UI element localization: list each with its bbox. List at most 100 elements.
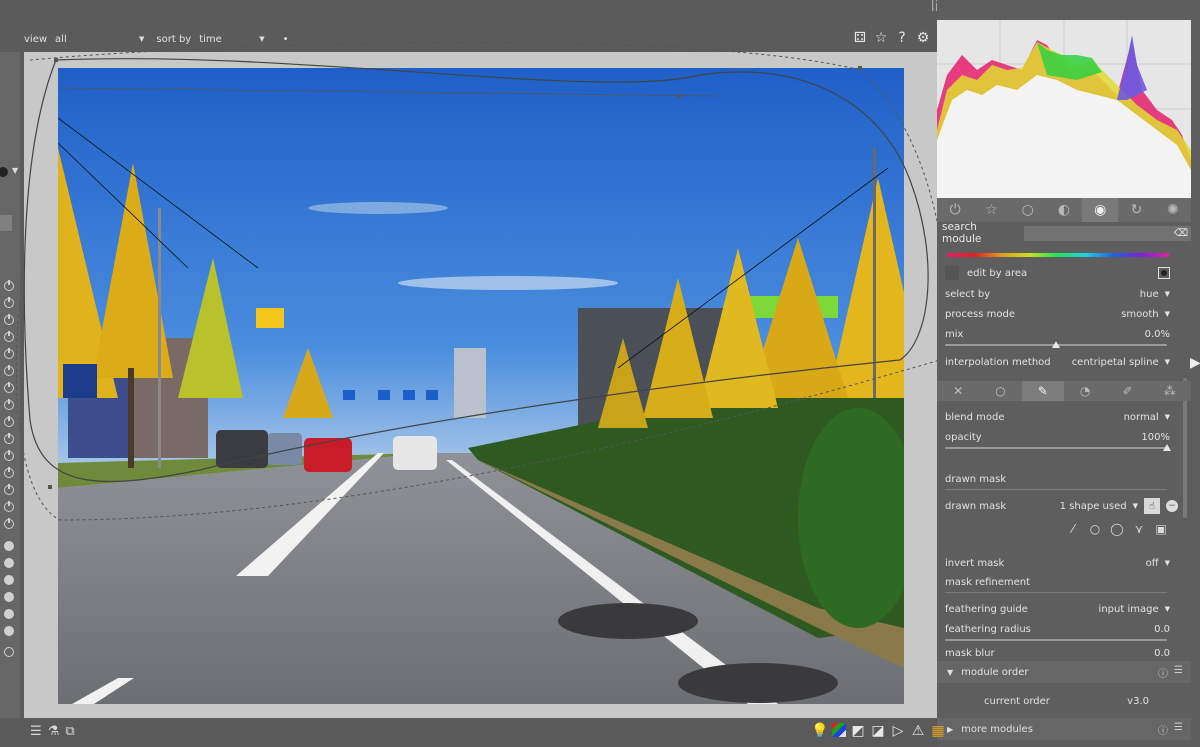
half-circle-icon[interactable]: ◐ [1046, 198, 1082, 222]
softproof-icon[interactable]: ▷ [890, 723, 906, 739]
feathering-radius-slider[interactable] [945, 639, 1167, 641]
histogram[interactable] [937, 20, 1191, 198]
drawn-parametric-icon[interactable]: ✐ [1106, 381, 1148, 401]
process-mode-label: process mode [945, 308, 1015, 320]
search-module-label: search module [942, 221, 982, 245]
blend-mode-value[interactable]: normal [1124, 412, 1159, 423]
interpolation-value[interactable]: centripetal spline [1072, 357, 1159, 368]
brush-icon[interactable]: ⁄ [1065, 522, 1081, 536]
module-order-section[interactable]: ▼ module order ⓘ ☰ [937, 661, 1191, 683]
show-mask-icon[interactable]: ☝ [1144, 498, 1160, 514]
mask-off-icon[interactable]: ✕ [937, 381, 979, 401]
path-shape-icon[interactable]: ⋎ [1131, 522, 1147, 536]
drawn-mask-header: drawn mask [945, 471, 1170, 487]
process-mode-value[interactable]: smooth [1121, 309, 1158, 320]
feathering-radius-value: 0.0 [1154, 623, 1170, 635]
opacity-slider[interactable] [945, 447, 1167, 449]
remove-icon[interactable]: − [1166, 500, 1178, 512]
star-icon[interactable]: ☆ [973, 198, 1009, 222]
hue-gradient [947, 253, 1169, 257]
menu-icon[interactable]: ☰ [30, 724, 42, 739]
drawn-mask-icon[interactable]: ✎ [1021, 381, 1064, 401]
mask-outline[interactable] [23, 58, 929, 483]
raw-overexposed-icon[interactable]: ◩ [850, 723, 866, 739]
circle-shape-icon[interactable]: ○ [1087, 522, 1103, 536]
mix-label: mix [945, 328, 964, 340]
chevron-down-icon: ▼ [1164, 358, 1170, 366]
drawn-mask-shape[interactable] [0, 0, 940, 680]
chevron-down-icon: ▼ [1132, 502, 1138, 510]
guides-icon[interactable]: ▦ [930, 723, 946, 739]
opacity-label: opacity [945, 431, 982, 443]
mask-blur-row[interactable]: mask blur 0.0 [945, 648, 1170, 658]
gamut-check-icon[interactable]: ⚠ [910, 723, 926, 739]
mask-node[interactable] [48, 485, 52, 489]
presets-icon[interactable]: ⓘ [1158, 665, 1168, 680]
chevron-down-icon: ▼ [1164, 559, 1170, 567]
bottom-left-icons: ☰ ⚗ ⧉ [30, 724, 75, 739]
search-module: search module ⌫ [937, 221, 1191, 245]
styles-icon[interactable]: ⚗ [48, 724, 60, 739]
circle-icon[interactable]: ○ [1010, 198, 1046, 222]
clipping-icon[interactable]: ◪ [870, 723, 886, 739]
blend-mode-row[interactable]: blend mode normal ▼ [945, 409, 1170, 425]
presets-icon[interactable]: ⓘ [1158, 722, 1168, 737]
edit-by-area-label: edit by area [967, 267, 1028, 279]
mask-node[interactable] [858, 66, 862, 70]
feathering-guide-value[interactable]: input image [1099, 604, 1159, 615]
blend-mask-tabs: ✕ ○ ✎ ◔ ✐ ⁂ [937, 381, 1191, 401]
uniform-icon[interactable]: ○ [979, 381, 1021, 401]
select-by-row[interactable]: select by hue ▼ [945, 286, 1170, 302]
select-by-label: select by [945, 288, 991, 300]
mask-blur-label: mask blur [945, 648, 995, 658]
bottom-bar: ☰ ⚗ ⧉ 💡 ◩ ◪ ▷ ⚠ ▦ [0, 718, 945, 747]
chevron-down-icon: ▼ [1164, 290, 1170, 298]
select-by-value[interactable]: hue [1140, 289, 1159, 300]
gradient-shape-icon[interactable]: ▣ [1153, 522, 1169, 536]
menu-icon[interactable]: ☰ [1174, 722, 1183, 737]
search-input[interactable]: ⌫ [1023, 225, 1191, 241]
correct-icon[interactable]: ↻ [1118, 198, 1154, 222]
collapse-right-arrow-icon[interactable]: ▶ [1190, 355, 1200, 371]
mask-refinement-row: mask refinement [945, 574, 1170, 590]
bottom-right-icons: 💡 ◩ ◪ ▷ ⚠ ▦ [811, 723, 946, 739]
opacity-row[interactable]: opacity 100% [945, 429, 1170, 445]
mask-feather[interactable] [15, 42, 940, 521]
second-window-icon[interactable]: ⧉ [65, 724, 74, 739]
chevron-right-icon: ▶ [947, 724, 954, 734]
picker-icon[interactable] [1158, 267, 1170, 279]
mix-slider-handle[interactable] [1052, 341, 1060, 348]
mask-node[interactable] [54, 58, 58, 62]
raster-icon[interactable]: ⁂ [1149, 381, 1191, 401]
color-icon[interactable]: ◉ [1082, 198, 1119, 222]
mask-node[interactable] [677, 94, 681, 98]
image-canvas[interactable] [15, 42, 940, 718]
interpolation-row[interactable]: interpolation method centripetal spline ▼ [945, 354, 1170, 370]
color-assessment-icon[interactable] [832, 723, 846, 737]
mask-handle[interactable] [59, 87, 721, 97]
drawn-mask-value[interactable]: 1 shape used [1060, 501, 1127, 512]
invert-mask-value[interactable]: off [1146, 558, 1159, 569]
feathering-guide-row[interactable]: feathering guide input image ▼ [945, 601, 1170, 617]
process-mode-row[interactable]: process mode smooth ▼ [945, 306, 1170, 322]
effect-icon[interactable]: ✺ [1155, 198, 1191, 222]
edit-by-area-checkbox[interactable] [945, 266, 959, 280]
lightbulb-icon[interactable]: 💡 [811, 723, 828, 739]
ellipse-shape-icon[interactable]: ◯ [1109, 522, 1125, 536]
drawn-mask-row[interactable]: drawn mask 1 shape used ▼ ☝ − [945, 498, 1178, 514]
feathering-radius-label: feathering radius [945, 623, 1031, 635]
parametric-icon[interactable]: ◔ [1064, 381, 1106, 401]
opacity-slider-handle[interactable] [1163, 444, 1171, 451]
invert-mask-row[interactable]: invert mask off ▼ [945, 555, 1170, 571]
clear-icon[interactable]: ⌫ [1174, 228, 1188, 239]
menu-icon[interactable]: ☰ [1174, 665, 1183, 680]
invert-mask-label: invert mask [945, 557, 1005, 569]
more-modules-section[interactable]: ▶ more modules ⓘ ☰ [937, 718, 1191, 740]
current-order-label: current order [984, 695, 1050, 707]
power-icon[interactable]: ⏻ [937, 198, 973, 222]
current-order-value: v3.0 [1127, 695, 1149, 707]
feathering-radius-row[interactable]: feathering radius 0.0 [945, 621, 1170, 637]
mix-row[interactable]: mix 0.0% [945, 326, 1170, 342]
chevron-down-icon: ▼ [1164, 413, 1170, 421]
chevron-down-icon: ▼ [947, 667, 954, 677]
